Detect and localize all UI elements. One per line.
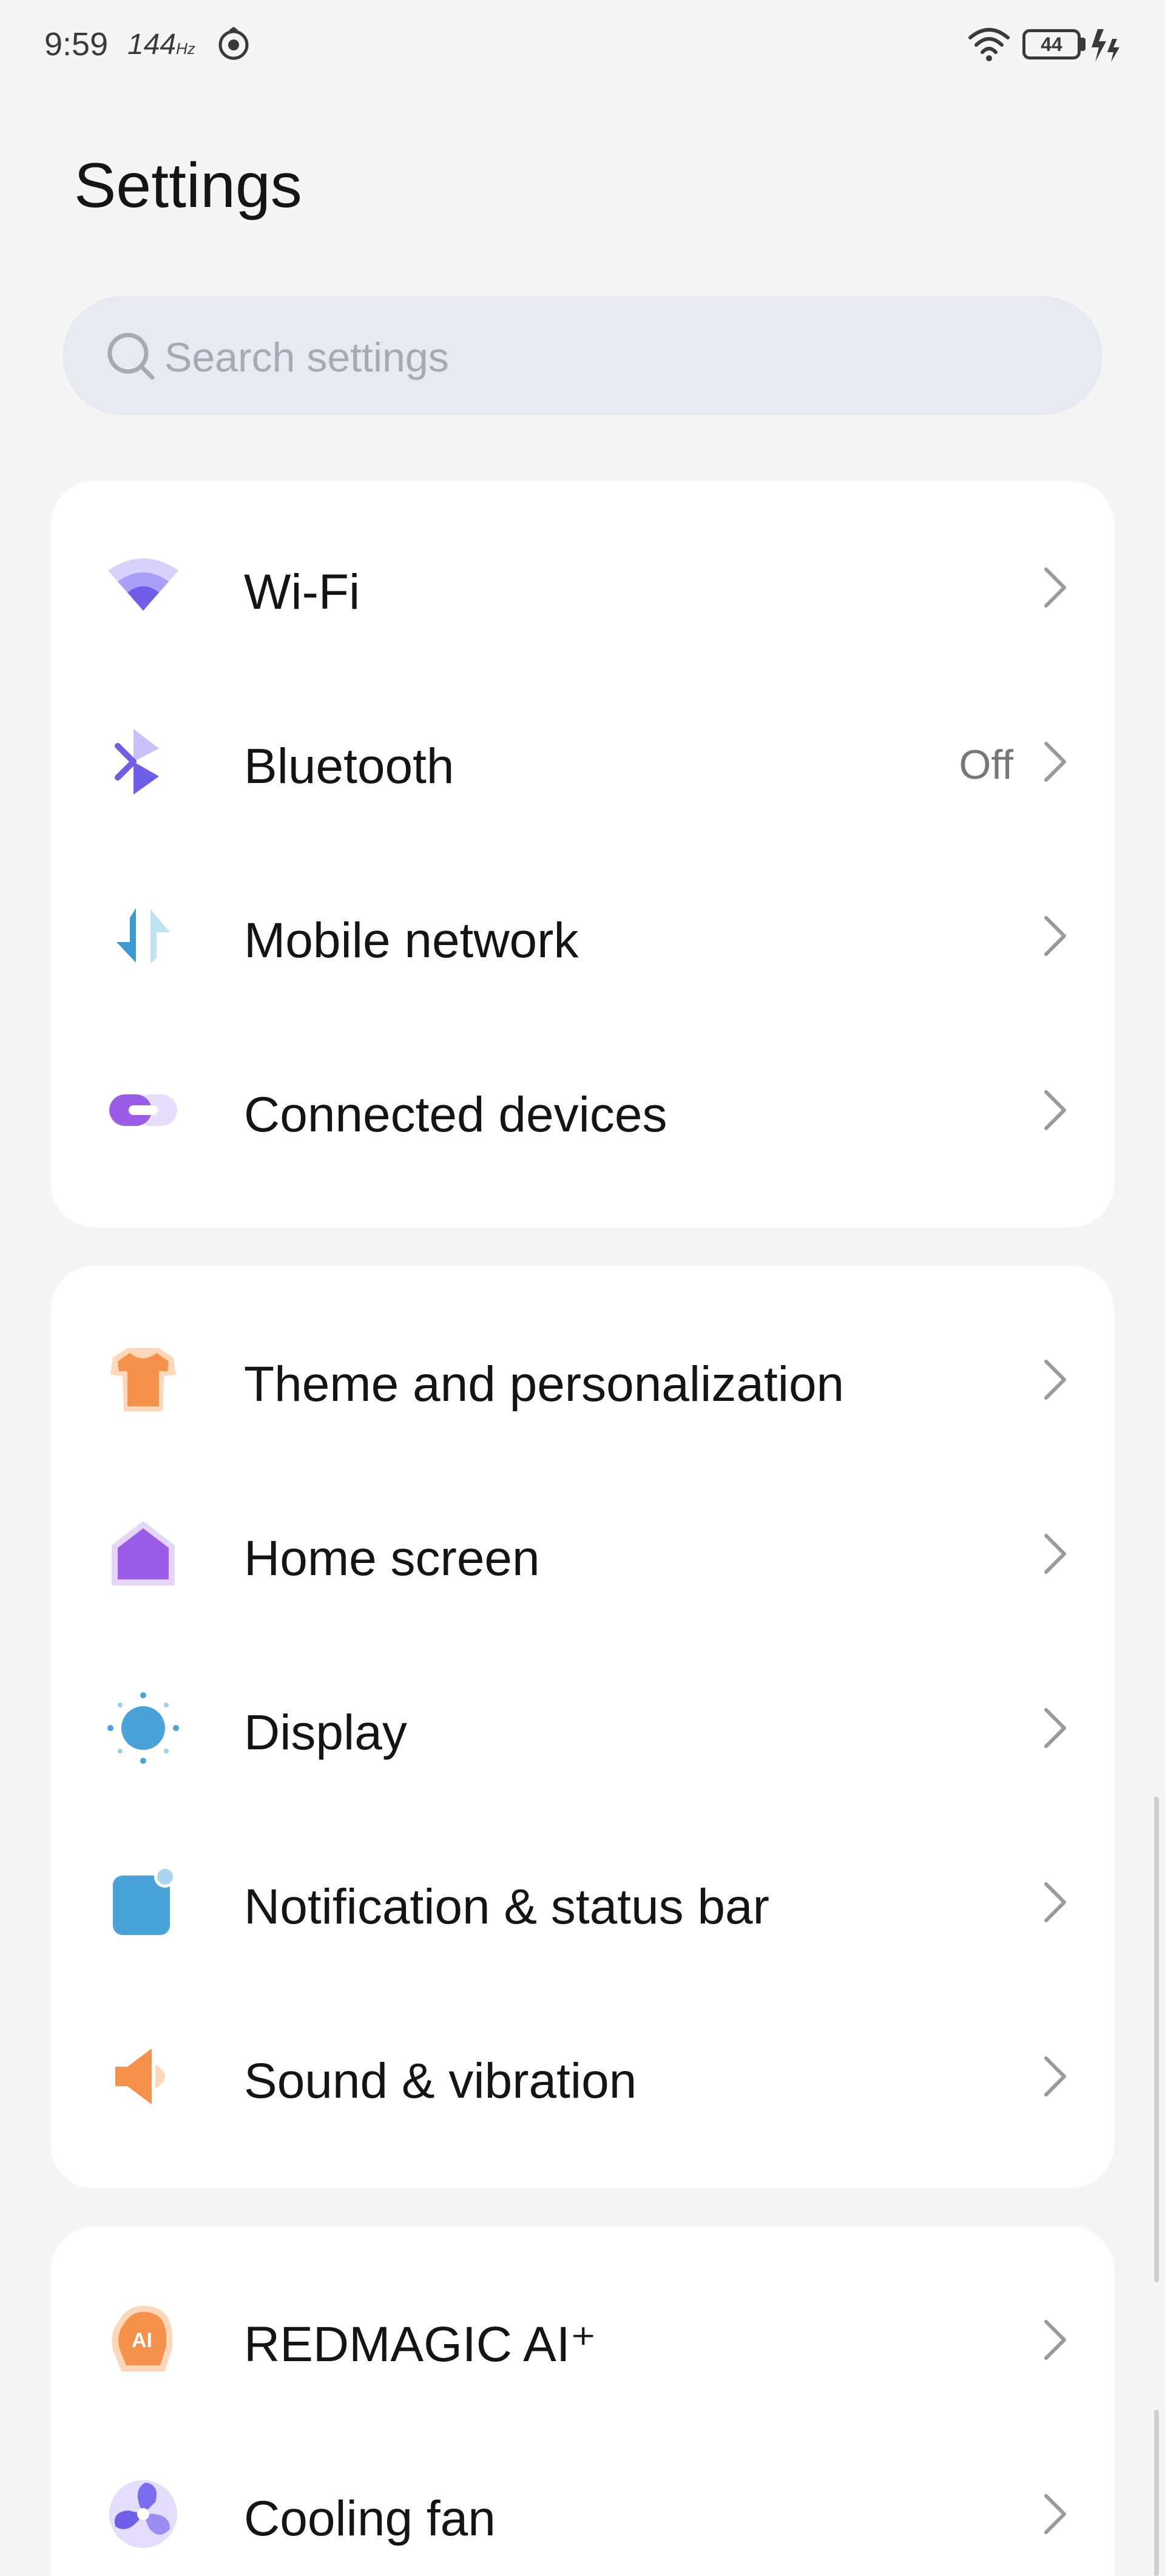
search-icon xyxy=(107,333,155,380)
wifi-icon xyxy=(968,28,1010,61)
chevron-right-icon xyxy=(1044,2320,1066,2360)
settings-item-connected-devices[interactable]: Connected devices xyxy=(51,1023,1114,1197)
row-label: Cooling fan xyxy=(244,2491,496,2546)
settings-item-cooling-fan[interactable]: Cooling fan xyxy=(51,2427,1114,2576)
settings-item-notification[interactable]: Notification & status bar xyxy=(51,1815,1114,1989)
home-icon xyxy=(112,1521,175,1585)
refresh-rate: 144Hz xyxy=(127,28,195,61)
battery-tip xyxy=(1081,38,1086,51)
link-icon xyxy=(109,1094,177,1126)
chevron-right-icon xyxy=(1044,2056,1066,2096)
settings-group-gaming: AI REDMAGIC AI⁺ Cooling fan xyxy=(51,2226,1114,2576)
settings-group-personalization: Theme and personalization Home screen Di… xyxy=(51,1266,1114,2188)
chevron-right-icon xyxy=(1044,2494,1066,2534)
status-bar: 9:59 144Hz 44 xyxy=(0,0,1165,91)
settings-item-display[interactable]: Display xyxy=(51,1641,1114,1815)
row-label: Display xyxy=(244,1705,407,1760)
scrollbar[interactable] xyxy=(1154,1797,1159,2282)
chevron-right-icon xyxy=(1044,742,1066,782)
chevron-right-icon xyxy=(1044,568,1066,608)
scrollbar-track-end xyxy=(1154,2410,1159,2576)
settings-item-theme[interactable]: Theme and personalization xyxy=(51,1293,1114,1466)
row-label: Notification & status bar xyxy=(244,1879,769,1934)
search-input[interactable]: Search settings xyxy=(62,296,1103,415)
brightness-icon xyxy=(107,1692,179,1764)
notification-icon xyxy=(113,1866,176,1935)
settings-item-mobile-network[interactable]: Mobile network xyxy=(51,849,1114,1023)
ai-icon: AI xyxy=(112,2306,172,2371)
status-time: 9:59 xyxy=(44,26,109,63)
charging-icon xyxy=(1092,29,1119,62)
battery-level: 44 xyxy=(1041,33,1062,55)
sync-icon xyxy=(218,27,249,60)
refresh-rate-unit: Hz xyxy=(176,39,195,58)
chevron-right-icon xyxy=(1044,1708,1066,1748)
row-label: Home screen xyxy=(244,1531,540,1586)
mobile-network-icon xyxy=(116,908,170,964)
settings-item-redmagic-ai[interactable]: AI REDMAGIC AI⁺ xyxy=(51,2253,1114,2427)
row-label: REDMAGIC AI⁺ xyxy=(244,2317,596,2372)
row-label: Sound & vibration xyxy=(244,2053,637,2109)
battery-icon: 44 xyxy=(1022,29,1081,59)
refresh-rate-value: 144 xyxy=(127,29,177,61)
settings-item-home-screen[interactable]: Home screen xyxy=(51,1467,1114,1641)
fan-icon xyxy=(109,2480,177,2548)
chevron-right-icon xyxy=(1044,1534,1066,1574)
row-label: Wi-Fi xyxy=(244,564,360,620)
tshirt-icon xyxy=(110,1348,176,1411)
row-label: Connected devices xyxy=(244,1087,667,1142)
search-placeholder: Search settings xyxy=(164,334,449,381)
settings-item-wifi[interactable]: Wi-Fi xyxy=(51,501,1114,674)
wifi-icon xyxy=(108,558,178,611)
row-label: Mobile network xyxy=(244,913,579,968)
page-title: Settings xyxy=(74,151,302,221)
settings-group-connectivity: Wi-Fi Bluetooth Off Mobile network Conne… xyxy=(51,481,1114,1227)
bluetooth-icon xyxy=(115,729,159,795)
svg-text:AI: AI xyxy=(132,2329,152,2352)
row-label: Theme and personalization xyxy=(244,1357,845,1412)
row-label: Bluetooth xyxy=(244,739,454,794)
chevron-right-icon xyxy=(1044,1090,1066,1130)
settings-item-sound[interactable]: Sound & vibration xyxy=(51,1990,1114,2163)
settings-item-bluetooth[interactable]: Bluetooth Off xyxy=(51,675,1114,849)
speaker-icon xyxy=(115,2049,165,2104)
chevron-right-icon xyxy=(1044,1360,1066,1400)
bluetooth-status: Off xyxy=(959,742,1013,788)
chevron-right-icon xyxy=(1044,916,1066,956)
chevron-right-icon xyxy=(1044,1882,1066,1922)
